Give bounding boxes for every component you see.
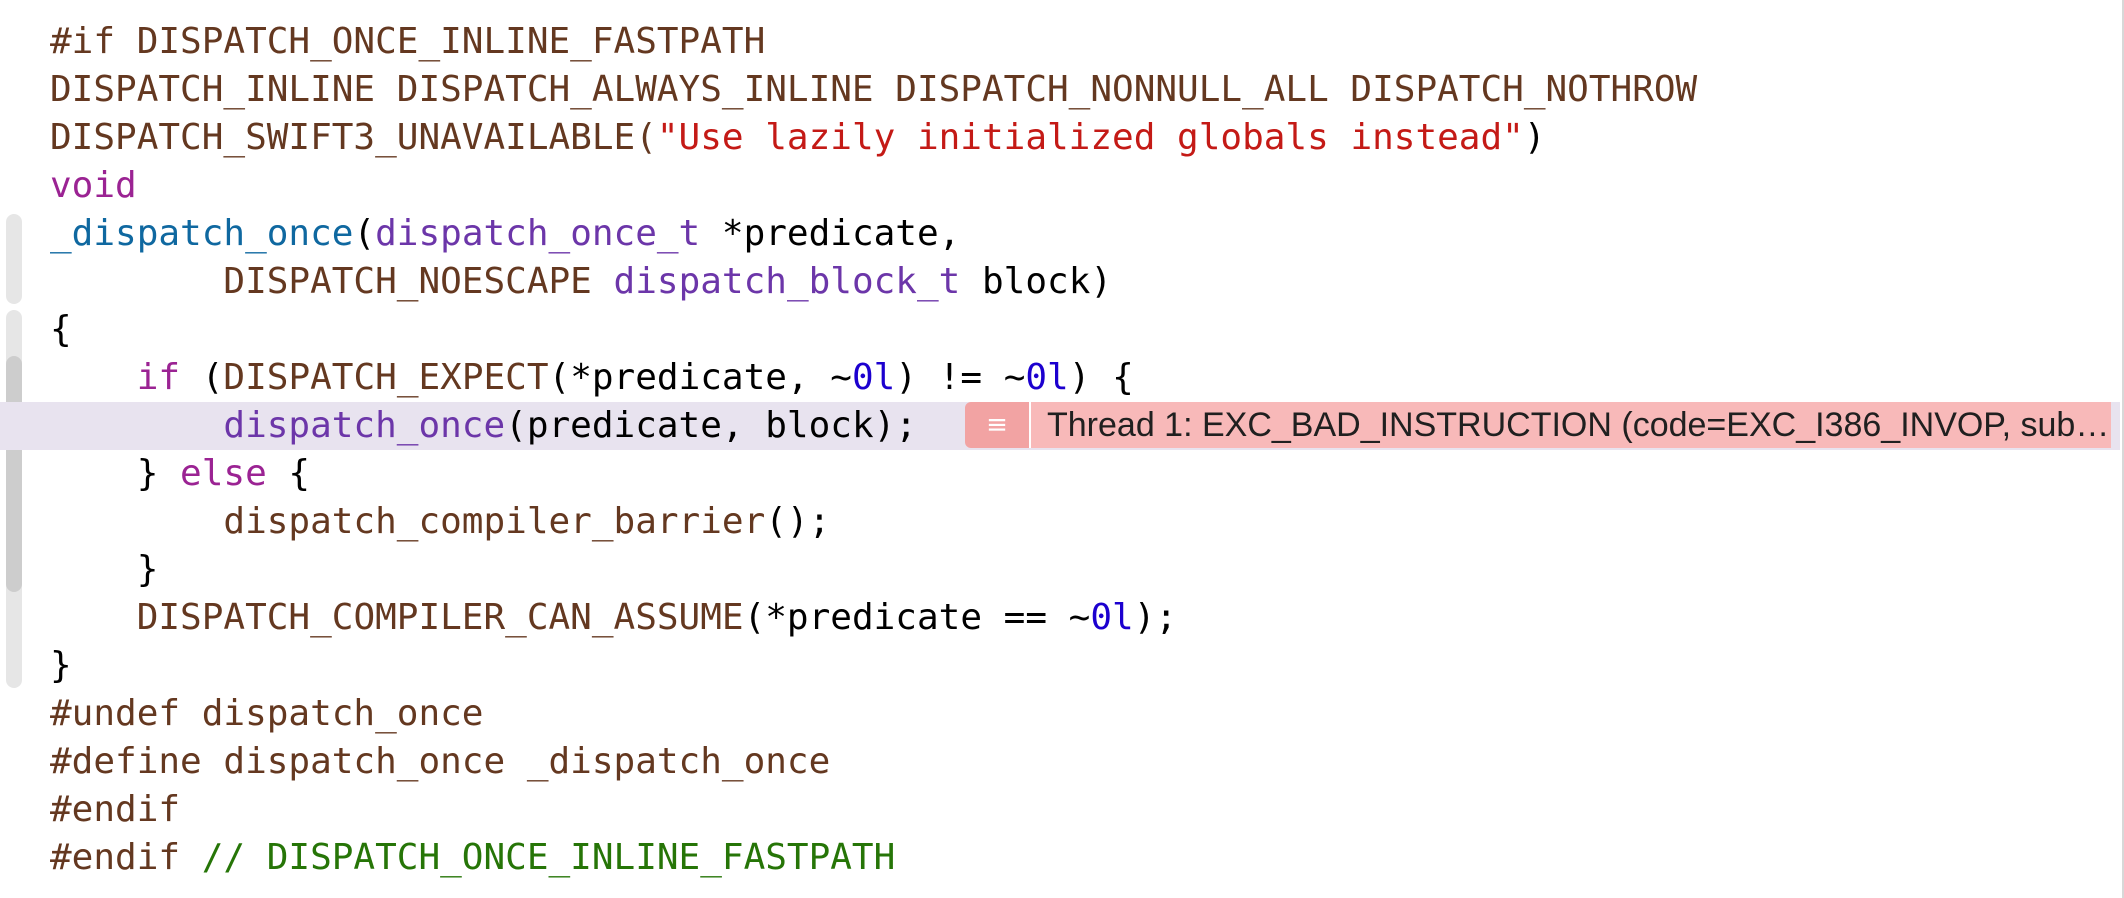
code-line-text: DISPATCH_SWIFT3_UNAVAILABLE("Use lazily … — [50, 114, 1546, 162]
code-token: else — [180, 453, 267, 494]
code-line-text: dispatch_once(predicate, block); — [50, 402, 917, 450]
code-line-text: DISPATCH_NOESCAPE dispatch_block_t block… — [50, 258, 1112, 306]
code-line[interactable]: } — [0, 546, 2120, 594]
code-token: // DISPATCH_ONCE_INLINE_FASTPATH — [201, 837, 896, 878]
code-line-text: DISPATCH_COMPILER_CAN_ASSUME(*predicate … — [50, 594, 1177, 642]
code-token: dispatch_once — [223, 405, 506, 446]
code-token: (*predicate, ~ — [548, 357, 852, 398]
code-line-text: } — [50, 546, 159, 594]
code-token: ) != ~ — [895, 357, 1026, 398]
code-token: DISPATCH_SWIFT3_UNAVAILABLE( — [50, 117, 657, 158]
code-token: ( — [180, 357, 224, 398]
code-line-text: #undef dispatch_once — [50, 690, 483, 738]
code-line[interactable]: dispatch_compiler_barrier(); — [0, 498, 2120, 546]
code-line[interactable]: } — [0, 642, 2120, 690]
code-line-text: { — [50, 306, 72, 354]
source-editor[interactable]: #if DISPATCH_ONCE_INLINE_FASTPATH DISPATC… — [0, 0, 2124, 898]
code-token: "Use lazily initialized globals instead" — [656, 117, 1524, 158]
code-token: (*predicate == ~ — [743, 597, 1091, 638]
code-line[interactable]: DISPATCH_COMPILER_CAN_ASSUME(*predicate … — [0, 594, 2120, 642]
code-token: (predicate, block); — [505, 405, 917, 446]
code-token: _dispatch_once — [50, 213, 354, 254]
code-line[interactable]: void — [0, 162, 2120, 210]
code-line[interactable]: #define dispatch_once _dispatch_once — [0, 738, 2120, 786]
code-token: if — [136, 357, 181, 398]
code-line[interactable]: #endif — [0, 786, 2120, 834]
code-line-text: dispatch_compiler_barrier(); — [50, 498, 830, 546]
code-line[interactable]: _dispatch_once(dispatch_once_t *predicat… — [0, 210, 2120, 258]
code-token: *predicate, — [700, 213, 961, 254]
code-line-text: #define dispatch_once _dispatch_once — [50, 738, 830, 786]
error-message: Thread 1: EXC_BAD_INSTRUCTION (code=EXC_… — [1031, 402, 2111, 448]
code-line[interactable]: #if DISPATCH_ONCE_INLINE_FASTPATH — [0, 18, 2120, 66]
code-line[interactable]: if (DISPATCH_EXPECT(*predicate, ~0l) != … — [0, 354, 2120, 402]
code-token: } — [50, 645, 72, 686]
code-token: #define dispatch_once _dispatch_once — [50, 741, 831, 782]
code-token: (); — [765, 501, 831, 542]
code-token: 0l — [1025, 357, 1069, 398]
code-line[interactable]: DISPATCH_NOESCAPE dispatch_block_t block… — [0, 258, 2120, 306]
code-token: 0l — [1090, 597, 1134, 638]
code-token: ) — [1523, 117, 1546, 158]
code-token: } — [50, 549, 159, 590]
error-annotation[interactable]: ≡ Thread 1: EXC_BAD_INSTRUCTION (code=EX… — [965, 402, 2111, 448]
code-line[interactable]: DISPATCH_SWIFT3_UNAVAILABLE("Use lazily … — [0, 114, 2120, 162]
code-line[interactable]: #endif // DISPATCH_ONCE_INLINE_FASTPATH — [0, 834, 2120, 882]
code-token: 0l — [851, 357, 896, 398]
code-token: { — [266, 453, 311, 494]
code-token: #if DISPATCH_ONCE_INLINE_FASTPATH — [50, 21, 766, 62]
code-token: DISPATCH_NOESCAPE — [223, 261, 592, 302]
code-line-text: if (DISPATCH_EXPECT(*predicate, ~0l) != … — [50, 354, 1134, 402]
code-token: ); — [1133, 597, 1178, 638]
code-line-text: #endif // DISPATCH_ONCE_INLINE_FASTPATH — [50, 834, 895, 882]
code-token: void — [50, 165, 137, 206]
code-token: } — [50, 453, 181, 494]
code-token: #endif — [50, 789, 181, 830]
code-line[interactable]: DISPATCH_INLINE DISPATCH_ALWAYS_INLINE D… — [0, 66, 2120, 114]
list-icon: ≡ — [986, 410, 1008, 440]
code-line-text: _dispatch_once(dispatch_once_t *predicat… — [50, 210, 960, 258]
code-token: { — [50, 309, 72, 350]
code-line[interactable]: #undef dispatch_once — [0, 690, 2120, 738]
code-line[interactable]: } else { — [0, 450, 2120, 498]
code-token: DISPATCH_INLINE DISPATCH_ALWAYS_INLINE D… — [50, 69, 1698, 110]
code-line-text: void — [50, 162, 137, 210]
code-line-text: } — [50, 642, 72, 690]
code-token: ) { — [1068, 357, 1134, 398]
code-line-text: #endif — [50, 786, 180, 834]
code-token: ( — [353, 213, 376, 254]
issue-toggle-button[interactable]: ≡ — [965, 402, 1031, 448]
code-line-text: } else { — [50, 450, 310, 498]
code-line-text: #if DISPATCH_ONCE_INLINE_FASTPATH — [50, 18, 765, 66]
code-token: #undef dispatch_once — [50, 693, 484, 734]
code-token: dispatch_block_t — [613, 261, 961, 302]
code-token: dispatch_once_t — [375, 213, 701, 254]
code-line-text: DISPATCH_INLINE DISPATCH_ALWAYS_INLINE D… — [50, 66, 1697, 114]
code-token: #endif — [50, 837, 202, 878]
code-token: DISPATCH_COMPILER_CAN_ASSUME — [136, 597, 744, 638]
code-token: DISPATCH_EXPECT — [223, 357, 549, 398]
code-token: block) — [960, 261, 1113, 302]
code-token: dispatch_compiler_barrier — [223, 501, 766, 542]
code-line[interactable]: { — [0, 306, 2120, 354]
